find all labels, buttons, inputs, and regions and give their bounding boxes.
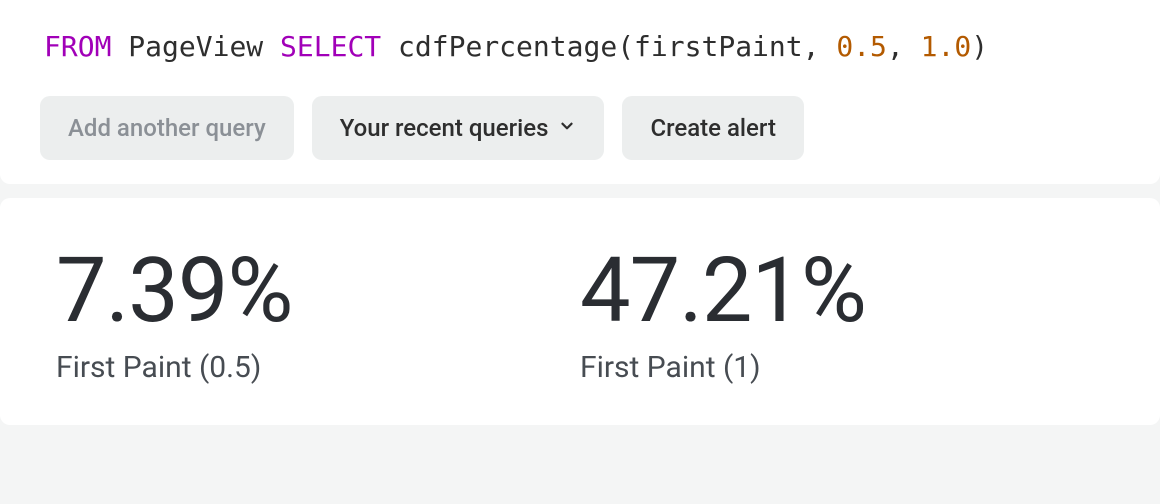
query-token-ident: cdfPercentage: [398, 30, 617, 63]
query-token-number: 1.0: [921, 30, 972, 63]
recent-queries-button[interactable]: Your recent queries: [312, 96, 605, 160]
query-token-ident: firstPaint: [634, 30, 803, 63]
create-alert-button[interactable]: Create alert: [622, 96, 804, 160]
query-token-number: 0.5: [836, 30, 887, 63]
recent-queries-label: Your recent queries: [340, 114, 549, 142]
query-token-keyword: SELECT: [280, 30, 381, 63]
metric-value: 7.39%: [56, 246, 580, 336]
add-another-query-label: Add another query: [68, 114, 266, 142]
metric-label: First Paint (0.5): [56, 350, 580, 385]
create-alert-label: Create alert: [650, 114, 776, 142]
query-toolbar: Add another query Your recent queries Cr…: [40, 96, 1120, 160]
chevron-down-icon: [558, 117, 576, 135]
results-panel: 7.39% First Paint (0.5) 47.21% First Pai…: [0, 198, 1160, 425]
metric-value: 47.21%: [580, 246, 1104, 336]
metric-card: 7.39% First Paint (0.5): [56, 246, 580, 385]
query-token-punct: ,: [803, 30, 820, 63]
query-token-punct: (: [617, 30, 634, 63]
query-panel: FROM PageView SELECT cdfPercentage(first…: [0, 0, 1160, 184]
query-token-ident: PageView: [128, 30, 263, 63]
query-code[interactable]: FROM PageView SELECT cdfPercentage(first…: [40, 18, 1120, 96]
query-token-punct: ): [971, 30, 988, 63]
query-token-punct: ,: [887, 30, 904, 63]
query-token-keyword: FROM: [44, 30, 111, 63]
metric-label: First Paint (1): [580, 350, 1104, 385]
add-another-query-button[interactable]: Add another query: [40, 96, 294, 160]
metric-card: 47.21% First Paint (1): [580, 246, 1104, 385]
